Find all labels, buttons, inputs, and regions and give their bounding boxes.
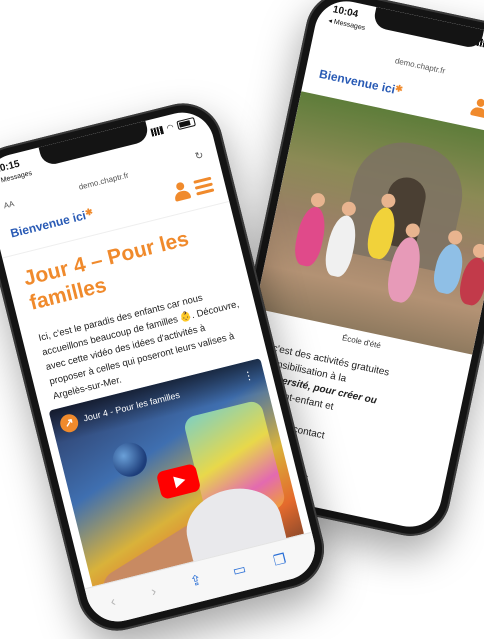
front-status-right: ◠ <box>150 116 196 137</box>
back-arrow-icon[interactable]: ‹ <box>109 593 117 610</box>
photo-child <box>291 191 330 269</box>
channel-logo-icon[interactable]: ↗ <box>58 412 81 435</box>
more-options-icon[interactable]: ⋮ <box>242 368 256 383</box>
user-icon[interactable] <box>470 97 484 118</box>
back-logo-text: Bienvenue ici <box>317 66 397 97</box>
back-site-logo[interactable]: Bienvenue ici✱ <box>318 67 404 98</box>
logo-star-icon: ✱ <box>84 206 94 218</box>
summer-school-photo <box>255 91 484 355</box>
back-status-messages[interactable]: ◂ Messages <box>328 16 366 32</box>
share-icon[interactable]: ⇪ <box>188 571 203 590</box>
video-title[interactable]: Jour 4 - Pour les familles <box>82 390 181 424</box>
front-logo-text: Bienvenue ici <box>8 208 88 241</box>
menu-icon[interactable] <box>193 176 215 196</box>
wifi-icon: ◠ <box>165 122 175 133</box>
logo-star-icon: ✱ <box>394 82 404 95</box>
signal-icon <box>150 125 164 137</box>
tabs-icon[interactable]: ❐ <box>272 550 288 570</box>
user-icon[interactable] <box>171 181 191 202</box>
video-ball <box>109 439 151 481</box>
play-icon[interactable] <box>155 463 202 500</box>
bookmarks-icon[interactable]: ▭ <box>231 560 248 580</box>
mockup-stage: 10:04 ◂ Messages 4G demo.chaptr.fr Bienv… <box>0 0 484 639</box>
battery-icon <box>176 116 196 131</box>
front-site-logo[interactable]: Bienvenue ici✱ <box>9 206 95 240</box>
forward-arrow-icon[interactable]: › <box>149 582 157 599</box>
